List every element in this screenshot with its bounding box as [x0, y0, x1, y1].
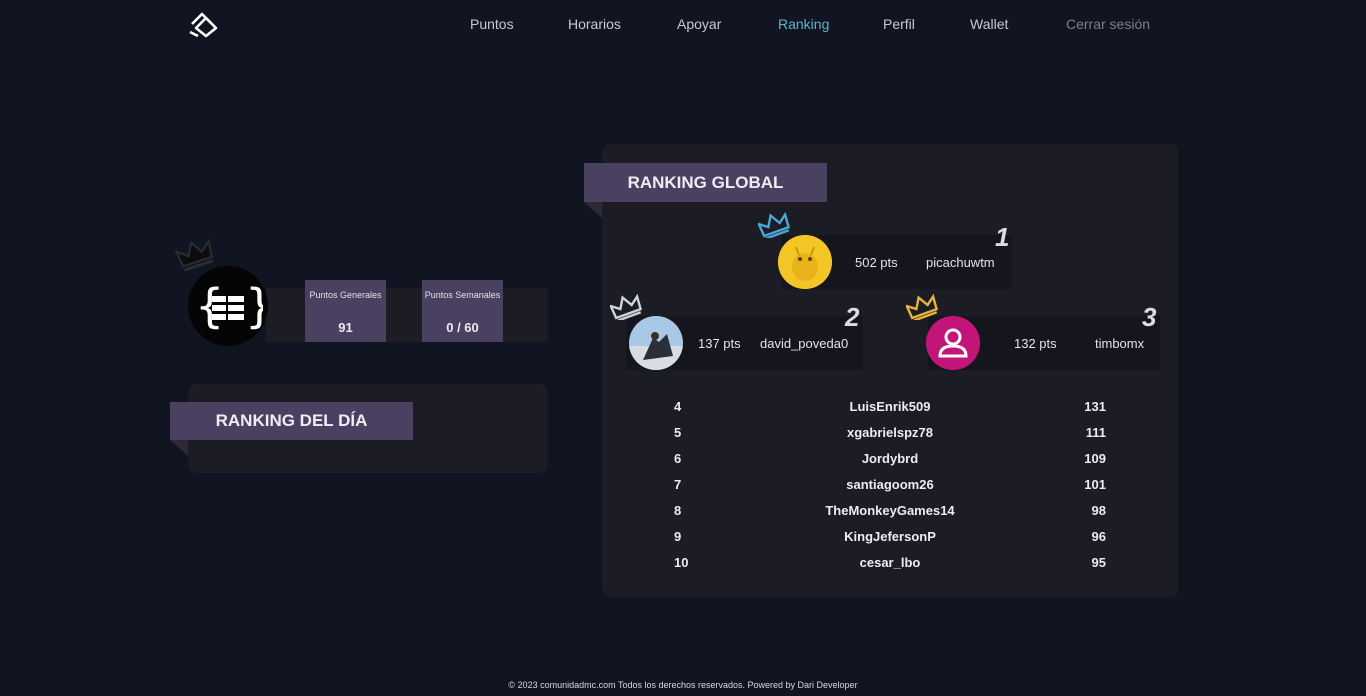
avatar-timbomx[interactable]	[926, 316, 980, 370]
podium-rank: 1	[995, 222, 1010, 252]
nav-horarios[interactable]: Horarios	[568, 16, 621, 32]
avatar-picachuwtm[interactable]	[778, 235, 832, 289]
podium-username[interactable]: david_poveda0	[760, 336, 848, 351]
table-row: 7 santiagoom26 101	[620, 474, 1160, 500]
table-row: 10 cesar_lbo 95	[620, 552, 1160, 578]
avatar[interactable]: { }	[188, 266, 268, 346]
podium-points: 502 pts	[855, 255, 898, 270]
row-username: TheMonkeyGames14	[825, 503, 955, 518]
pikachu-avatar-icon	[778, 235, 832, 289]
nav-puntos[interactable]: Puntos	[470, 16, 514, 32]
table-row: 8 TheMonkeyGames14 98	[620, 500, 1160, 526]
stat-value: 91	[338, 320, 353, 335]
table-row: 9 KingJefersonP 96	[620, 526, 1160, 552]
global-ranking-title: RANKING GLOBAL	[584, 163, 827, 202]
row-points: 96	[1091, 529, 1106, 544]
row-points: 95	[1091, 555, 1106, 570]
top-navigation: Puntos Horarios Apoyar Ranking Perfil Wa…	[0, 16, 1366, 36]
row-username: xgabrielspz78	[847, 425, 933, 440]
row-username: LuisEnrik509	[849, 399, 931, 414]
nav-perfil[interactable]: Perfil	[883, 16, 915, 32]
nav-logout[interactable]: Cerrar sesión	[1066, 16, 1150, 32]
crown-outline-icon	[174, 238, 214, 272]
code-braces-icon: { }	[195, 279, 263, 333]
nav-ranking[interactable]: Ranking	[778, 16, 829, 32]
day-ranking-title: RANKING DEL DÍA	[170, 402, 413, 440]
svg-text:}: }	[245, 279, 263, 333]
stat-puntos-semanales: Puntos Semanales 0 / 60	[422, 280, 503, 342]
podium-rank: 3	[1142, 302, 1157, 332]
table-row: 4 LuisEnrik509 131	[620, 396, 1160, 422]
nav-apoyar[interactable]: Apoyar	[677, 16, 721, 32]
ribbon-fold	[170, 440, 188, 456]
podium-points: 132 pts	[1014, 336, 1057, 351]
podium-username[interactable]: timbomx	[1095, 336, 1144, 351]
stat-puntos-generales: Puntos Generales 91	[305, 280, 386, 342]
stat-label: Puntos Semanales	[424, 290, 501, 300]
row-username: KingJefersonP	[844, 529, 936, 544]
stat-value: 0 / 60	[446, 320, 479, 335]
user-placeholder-icon	[926, 316, 980, 370]
row-username: santiagoom26	[846, 477, 934, 492]
ranking-table: 4 LuisEnrik509 131 5 xgabrielspz78 111 6…	[620, 396, 1160, 578]
ribbon-fold	[584, 202, 602, 218]
podium-points: 137 pts	[698, 336, 741, 351]
table-row: 5 xgabrielspz78 111	[620, 422, 1160, 448]
crown-silver-icon	[610, 294, 642, 320]
nav-wallet[interactable]: Wallet	[970, 16, 1008, 32]
podium-username[interactable]: picachuwtm	[926, 255, 995, 270]
crown-blue-icon	[758, 212, 790, 238]
avatar-david-poveda0[interactable]	[629, 316, 683, 370]
row-points: 111	[1085, 425, 1106, 440]
row-points: 109	[1084, 451, 1106, 466]
crown-gold-icon	[906, 294, 938, 320]
stat-label: Puntos Generales	[309, 290, 382, 300]
table-row: 6 Jordybrd 109	[620, 448, 1160, 474]
footer-copyright: © 2023 comunidadmc.com Todos los derecho…	[508, 680, 858, 690]
row-username: cesar_lbo	[859, 555, 921, 570]
row-points: 131	[1084, 399, 1106, 414]
photo-avatar-icon	[629, 316, 683, 370]
podium-rank: 2	[845, 302, 860, 332]
row-username: Jordybrd	[861, 451, 919, 466]
row-points: 101	[1084, 477, 1106, 492]
row-points: 98	[1091, 503, 1106, 518]
